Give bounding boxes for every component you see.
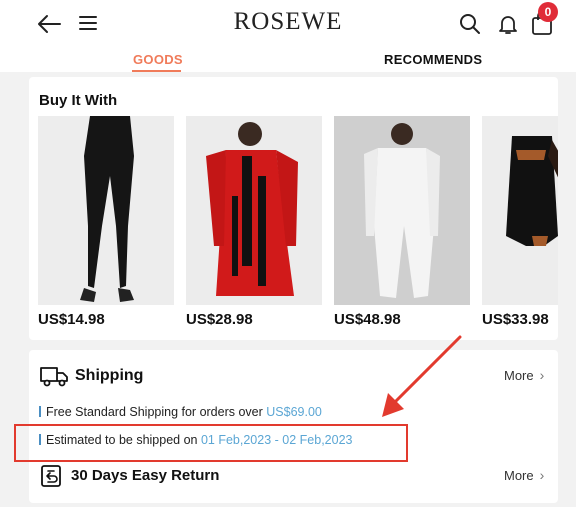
buy-it-with-title: Buy It With [39, 92, 118, 109]
product-card[interactable]: US$48.98 [334, 116, 470, 328]
shipping-title: Shipping [75, 367, 144, 384]
chevron-right-icon: › [539, 367, 545, 383]
product-card[interactable]: US$14.98 [38, 116, 174, 328]
product-card[interactable]: US$33.98 [482, 116, 558, 328]
bullet-bar [39, 406, 41, 417]
cart-count-badge: 0 [538, 2, 558, 22]
product-image[interactable] [38, 116, 174, 305]
annotation-arrow-icon [382, 335, 462, 417]
truck-icon [40, 367, 68, 387]
free-shipping-text: Free Standard Shipping for orders over [46, 405, 267, 419]
buy-it-with-card: Buy It With US$14.98 US$28.98 US$48.98 U… [29, 77, 558, 340]
product-price: US$14.98 [38, 311, 105, 328]
notification-bell-icon[interactable] [496, 12, 520, 36]
chevron-right-icon: › [539, 467, 545, 483]
product-price: US$28.98 [186, 311, 253, 328]
return-more-link[interactable]: More › [504, 467, 544, 483]
more-label: More [504, 468, 534, 483]
annotation-highlight-box [14, 424, 408, 462]
more-label: More [504, 368, 534, 383]
search-icon[interactable] [458, 12, 482, 36]
return-policy-title: 30 Days Easy Return [71, 467, 220, 484]
tab-recommends[interactable]: RECOMMENDS [384, 52, 482, 67]
top-bar: ROSEWE 0 [0, 0, 576, 48]
product-image[interactable] [482, 116, 558, 305]
tab-bar: GOODS RECOMMENDS [0, 48, 576, 72]
product-card[interactable]: US$28.98 [186, 116, 322, 328]
product-image[interactable] [186, 116, 322, 305]
product-price: US$33.98 [482, 311, 549, 328]
free-shipping-amount: US$69.00 [266, 405, 322, 419]
shipping-more-link[interactable]: More › [504, 367, 544, 383]
return-icon [41, 465, 61, 487]
tab-goods[interactable]: GOODS [133, 52, 183, 67]
product-image[interactable] [334, 116, 470, 305]
brand-logo[interactable]: ROSEWE [0, 8, 576, 36]
free-shipping-line: Free Standard Shipping for orders over U… [39, 405, 322, 419]
product-price: US$48.98 [334, 311, 401, 328]
